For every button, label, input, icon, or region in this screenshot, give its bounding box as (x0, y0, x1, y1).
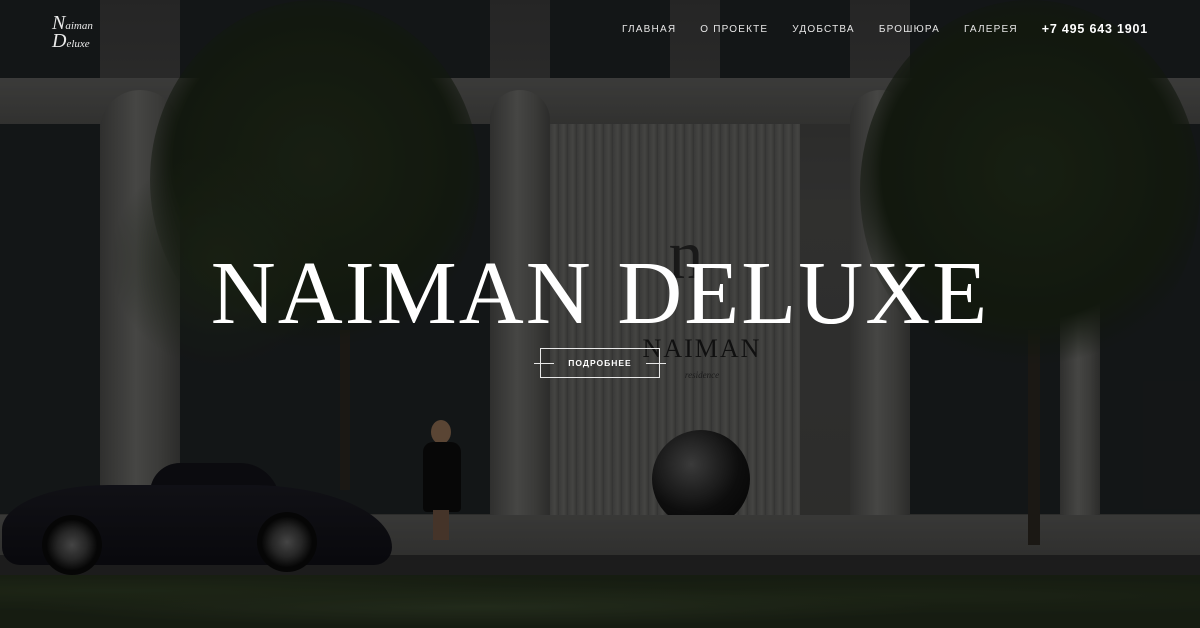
nav-item-gallery[interactable]: ГАЛЕРЕЯ (964, 24, 1018, 35)
nav-item-brochure[interactable]: БРОШЮРА (879, 24, 940, 35)
phone-link[interactable]: +7 495 643 1901 (1042, 22, 1148, 36)
more-button-label: ПОДРОБНЕЕ (568, 358, 632, 368)
logo-initial-d: D (52, 30, 67, 52)
hero-title: NAIMAN DELUXE (210, 244, 990, 343)
nav-item-home[interactable]: ГЛАВНАЯ (622, 24, 676, 35)
nav-item-about[interactable]: О ПРОЕКТЕ (700, 24, 768, 35)
logo-line-2: Deluxe (52, 30, 90, 53)
main-nav: ГЛАВНАЯ О ПРОЕКТЕ УДОБСТВА БРОШЮРА ГАЛЕР… (622, 22, 1148, 36)
site-logo[interactable]: Naiman Deluxe (52, 12, 112, 52)
logo-word-eluxe: eluxe (66, 38, 90, 50)
nav-item-amenities[interactable]: УДОБСТВА (792, 24, 855, 35)
more-button[interactable]: ПОДРОБНЕЕ (534, 348, 666, 378)
